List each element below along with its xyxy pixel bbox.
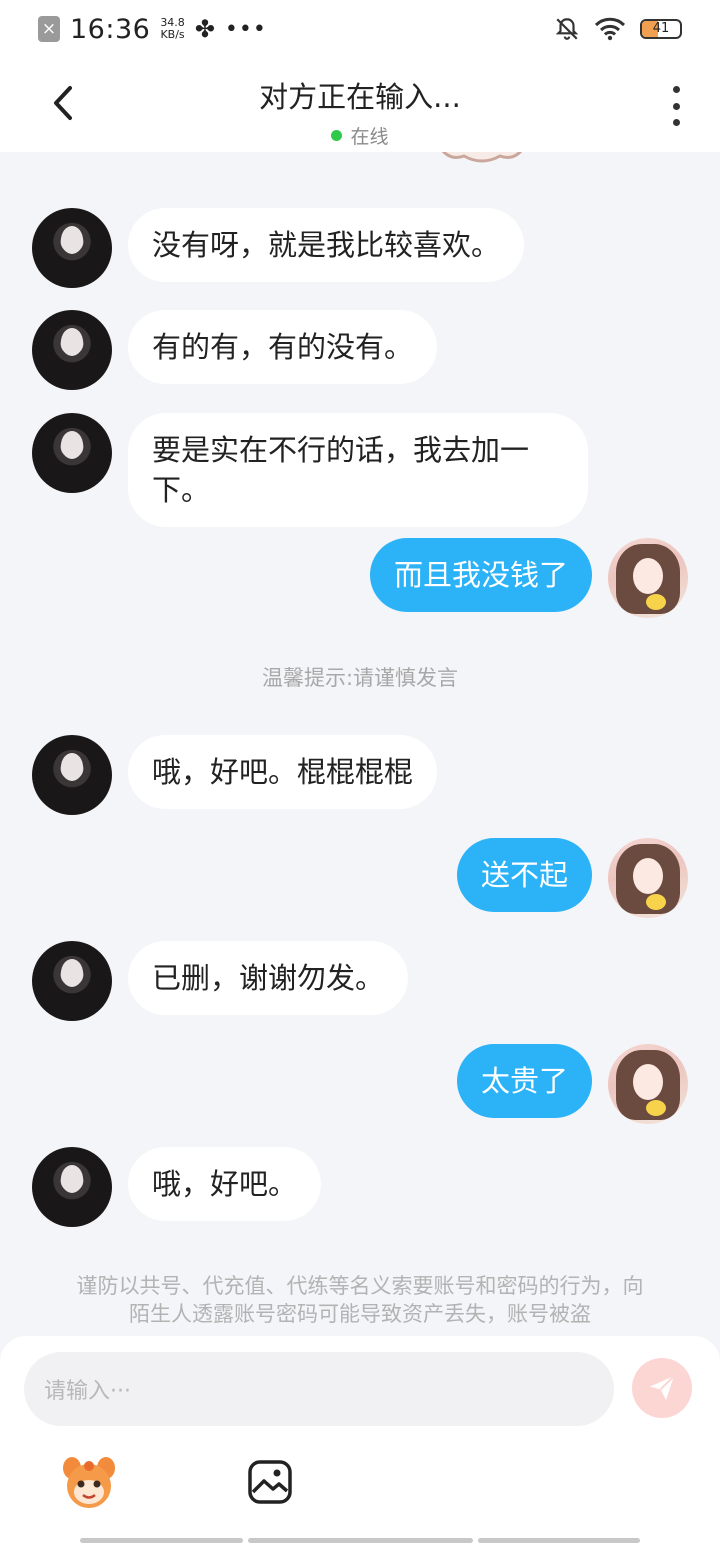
chat-list[interactable]: 没有呀，就是我比较喜欢。 有的有，有的没有。 要是实在不行的话，我去加一下。 而… [0,152,720,1342]
emoji-sticker-button[interactable] [60,1454,118,1512]
status-time: 16:36 [70,13,151,45]
composer-panel: 请输入··· [0,1336,720,1544]
nav-bar-segment [80,1538,243,1543]
message-bubble[interactable]: 没有呀，就是我比较喜欢。 [128,208,525,282]
send-button[interactable] [632,1358,692,1418]
message-row: 哦，好吧。 [32,1147,322,1227]
more-status-icon: ••• [224,16,267,42]
online-dot-icon [331,130,343,141]
online-status: 在线 [0,122,720,149]
message-bubble[interactable]: 哦，好吧。 [128,1147,322,1221]
contact-avatar[interactable] [32,941,112,1021]
message-bubble[interactable]: 太贵了 [456,1044,592,1118]
message-row: 送不起 [456,838,688,918]
more-options-button[interactable] [668,86,684,126]
my-avatar[interactable] [608,838,688,918]
message-bubble[interactable]: 哦，好吧。棍棍棍棍 [128,735,438,809]
message-row: 没有呀，就是我比较喜欢。 [32,208,525,288]
notification-close-icon: × [38,16,60,42]
message-bubble[interactable]: 已删，谢谢勿发。 [128,941,409,1015]
image-picker-button[interactable] [246,1458,294,1506]
contact-avatar[interactable] [32,310,112,390]
safety-tip: 温馨提示:请谨慎发言 [261,666,459,690]
message-row: 而且我没钱了 [369,538,688,618]
message-bubble[interactable]: 送不起 [456,838,592,912]
fan-icon: ✤ [194,15,215,43]
my-avatar[interactable] [608,1044,688,1124]
wifi-icon [594,17,626,41]
message-row: 太贵了 [456,1044,688,1124]
my-avatar[interactable] [608,538,688,618]
contact-avatar[interactable] [32,413,112,493]
nav-bar-segment [248,1538,473,1543]
message-row: 要是实在不行的话，我去加一下。 [32,413,588,527]
nav-bar-segment [478,1538,640,1543]
message-row: 有的有，有的没有。 [32,310,438,390]
status-bar: × 16:36 34.8 KB/s ✤ ••• 41 [0,0,720,58]
page-title: 对方正在输入... [259,80,461,114]
chat-header: 对方正在输入... 在线 [0,58,720,152]
bell-muted-icon [555,18,579,40]
message-bubble[interactable]: 有的有，有的没有。 [128,310,438,384]
battery-icon: 41 [640,19,682,39]
message-row: 哦，好吧。棍棍棍棍 [32,735,438,815]
security-warning: 谨防以共号、代充值、代练等名义索要账号和密码的行为，向陌生人透露账号密码可能导致… [76,1274,644,1326]
message-bubble[interactable]: 而且我没钱了 [369,538,592,612]
sticker-image [441,152,523,163]
network-speed: 34.8 KB/s [160,16,185,41]
message-bubble[interactable]: 要是实在不行的话，我去加一下。 [128,413,588,527]
contact-avatar[interactable] [32,1147,112,1227]
message-input[interactable]: 请输入··· [24,1352,614,1426]
contact-avatar[interactable] [32,208,112,288]
message-row: 已删，谢谢勿发。 [32,941,409,1021]
send-icon [650,1375,675,1400]
contact-avatar[interactable] [32,735,112,815]
